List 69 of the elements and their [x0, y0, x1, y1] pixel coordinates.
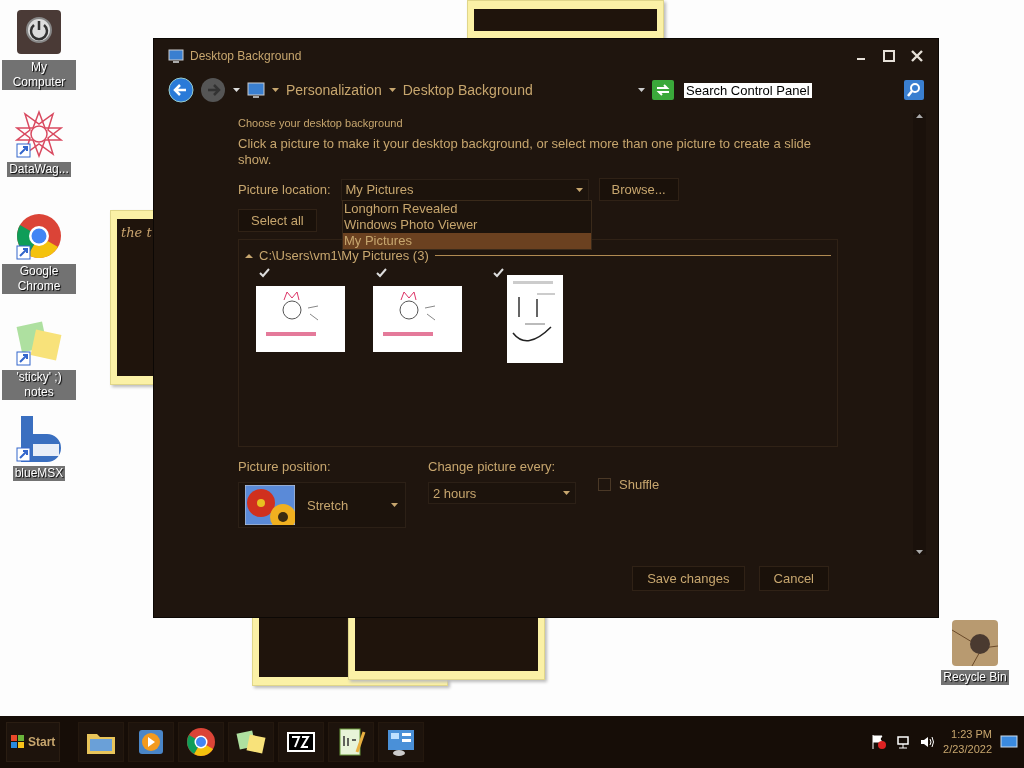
- dropdown-option[interactable]: Windows Photo Viewer: [343, 217, 591, 233]
- collapse-icon[interactable]: [245, 252, 253, 259]
- checkbox[interactable]: [598, 478, 611, 491]
- dropdown-option[interactable]: My Pictures: [343, 233, 591, 249]
- breadcrumb[interactable]: Desktop Background: [402, 82, 533, 98]
- clock-date[interactable]: 2/23/2022: [943, 742, 992, 757]
- taskbar-button[interactable]: [228, 722, 275, 762]
- desktop-icon-label[interactable]: My Computer: [2, 60, 76, 90]
- save-button[interactable]: Save changes: [632, 566, 745, 591]
- caret-icon: [387, 87, 397, 93]
- network-icon[interactable]: [895, 734, 912, 750]
- breadcrumb[interactable]: Personalization: [286, 82, 382, 98]
- chrome-icon: [185, 726, 218, 758]
- location-dropdown[interactable]: My Pictures: [340, 178, 589, 201]
- clock-time[interactable]: 1:23 PM: [951, 727, 992, 742]
- msx-icon: [15, 414, 63, 462]
- description: Click a picture to make it your desktop background, or select more than one picture to create a slide show.: [238, 136, 812, 168]
- dropdown-option[interactable]: Longhorn Revealed: [343, 201, 591, 217]
- field-label: Change picture every:: [428, 459, 557, 474]
- desktop-icon-label[interactable]: blueMSX: [12, 466, 66, 481]
- position-dropdown[interactable]: Stretch: [238, 482, 406, 528]
- forward-button[interactable]: [200, 77, 226, 103]
- scrollbar[interactable]: [913, 113, 926, 555]
- search-field[interactable]: Search Control Panel: [684, 79, 924, 101]
- taskbar-button[interactable]: [178, 722, 225, 762]
- chrome-icon: [15, 212, 63, 260]
- cancel-button[interactable]: Cancel: [758, 566, 829, 591]
- desktop-icon-label[interactable]: 'sticky' ;) notes: [2, 370, 76, 400]
- refresh-button[interactable]: [652, 80, 674, 100]
- caret-icon: [562, 490, 571, 496]
- browse-button[interactable]: Browse...: [598, 178, 679, 201]
- maximize-icon[interactable]: [883, 50, 895, 62]
- star-icon: [15, 110, 63, 158]
- note-text: the t: [121, 225, 152, 240]
- taskbar-button[interactable]: [278, 722, 325, 762]
- show-desktop-icon[interactable]: [1000, 734, 1018, 750]
- interval-dropdown[interactable]: 2 hours: [428, 482, 576, 504]
- window-title: Desktop Background: [190, 49, 303, 63]
- taskbar-button[interactable]: [78, 722, 125, 762]
- taskbar-button[interactable]: [128, 722, 175, 762]
- checkbox-label: Shuffle: [619, 477, 660, 492]
- back-button[interactable]: [168, 77, 194, 103]
- desktop-icon-label[interactable]: DataWag...: [7, 162, 71, 177]
- caret-icon: [574, 186, 584, 193]
- caret-icon: [637, 87, 646, 93]
- windows-logo-icon: [11, 735, 25, 749]
- recycle-bin-icon: [952, 620, 998, 666]
- section-heading: Choose your desktop background: [238, 117, 404, 129]
- close-icon[interactable]: [911, 50, 923, 62]
- caret-icon: [390, 502, 399, 508]
- field-label: Picture position:: [238, 459, 332, 474]
- taskbar-button[interactable]: [328, 722, 375, 762]
- caret-icon: [271, 87, 280, 93]
- group-label: C:\Users\vm1\My Pictures (3): [259, 248, 429, 263]
- desktop-icon-label[interactable]: Google Chrome: [2, 264, 76, 294]
- power-icon: [15, 8, 63, 56]
- caret-icon: [232, 87, 241, 93]
- taskbar-button[interactable]: [378, 722, 425, 762]
- desktop-icon-label[interactable]: Recycle Bin: [941, 670, 1009, 685]
- flag-icon[interactable]: [871, 734, 888, 750]
- scroll-up-icon[interactable]: [916, 113, 923, 118]
- field-label: Picture location:: [238, 182, 331, 197]
- start-button[interactable]: Start: [6, 722, 61, 762]
- monitor-icon: [247, 81, 265, 99]
- select-all-button[interactable]: Select all: [238, 209, 317, 232]
- scroll-down-icon[interactable]: [916, 550, 923, 555]
- monitor-icon: [168, 48, 184, 64]
- speaker-icon[interactable]: [919, 734, 936, 750]
- search-icon[interactable]: [904, 80, 924, 100]
